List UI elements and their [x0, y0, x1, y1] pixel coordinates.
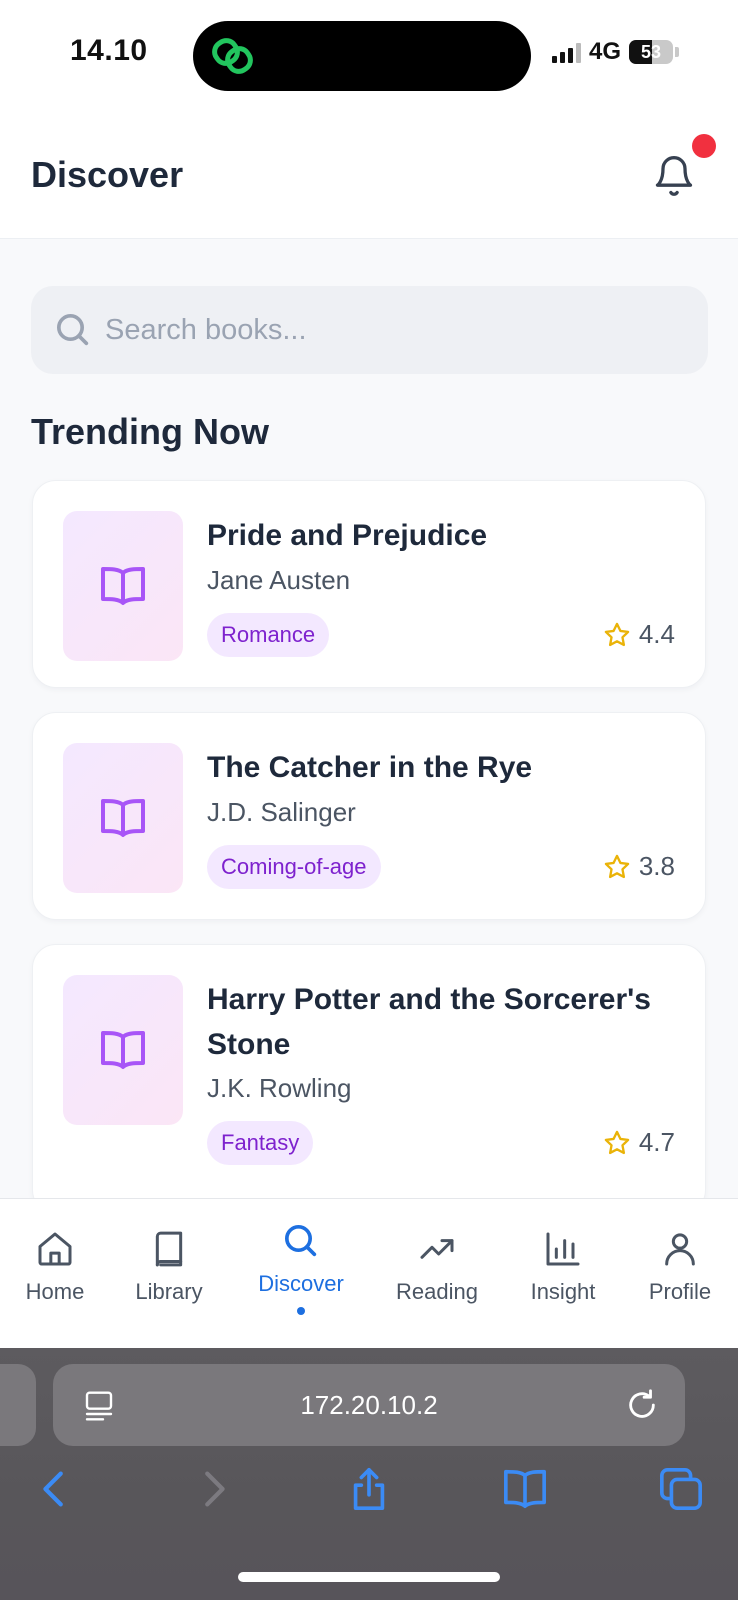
status-time: 14.10: [70, 34, 148, 67]
search-icon: [285, 1225, 317, 1257]
bell-icon[interactable]: [652, 154, 696, 198]
book-title: Harry Potter and the Sorcerer's Stone: [207, 983, 651, 1061]
app-header: Discover: [0, 110, 738, 239]
open-book-icon: [101, 799, 145, 837]
status-indicators: 4G 53: [552, 38, 680, 66]
nav-label-discover: Discover: [258, 1271, 344, 1296]
book-card[interactable]: Harry Potter and the Sorcerer's Stone J.…: [32, 944, 706, 1198]
trending-up-icon: [420, 1239, 454, 1259]
genre-tag: Fantasy: [207, 1121, 314, 1165]
link-app-icon: [212, 38, 253, 74]
nav-item-insight[interactable]: Insight: [508, 1229, 618, 1305]
nav-item-discover[interactable]: Discover: [246, 1221, 356, 1315]
book-rating: 4.7: [603, 1127, 675, 1158]
nav-item-home[interactable]: Home: [0, 1229, 110, 1305]
book-cover: [63, 511, 183, 661]
home-icon: [38, 1232, 72, 1266]
bookmarks-icon[interactable]: [502, 1466, 548, 1512]
book-card[interactable]: The Catcher in the Rye J.D. Salinger Com…: [32, 712, 706, 920]
nav-label-reading: Reading: [396, 1279, 478, 1304]
forward-icon[interactable]: [190, 1466, 236, 1512]
book-author: J.K. Rowling: [207, 1073, 352, 1103]
nav-item-library[interactable]: Library: [114, 1229, 224, 1305]
star-icon: [604, 622, 630, 646]
back-icon[interactable]: [32, 1466, 78, 1512]
book-title: The Catcher in the Rye: [207, 751, 533, 784]
url-text: 172.20.10.2: [300, 1390, 438, 1420]
star-icon: [604, 1130, 630, 1154]
user-icon: [665, 1233, 695, 1266]
nav-label-library: Library: [135, 1279, 203, 1304]
nav-item-profile[interactable]: Profile: [625, 1229, 735, 1305]
status-bar: 14.10 4G 53: [0, 0, 738, 110]
book-rating: 4.4: [603, 619, 675, 650]
bottom-nav: Home Library Discover Reading Insight Pr…: [0, 1198, 738, 1349]
book-icon: [155, 1231, 183, 1267]
search-input[interactable]: [105, 286, 685, 374]
book-title: Pride and Prejudice: [207, 519, 488, 552]
genre-tag: Romance: [207, 613, 330, 657]
open-book-icon: [101, 567, 145, 605]
book-rating: 3.8: [603, 851, 675, 882]
genre-tag: Coming-of-age: [207, 845, 381, 889]
previous-tab-preview[interactable]: [0, 1364, 36, 1446]
rating-value: 4.7: [638, 1127, 675, 1157]
book-cover: [63, 743, 183, 893]
network-label: 4G: [589, 38, 622, 65]
battery-level: 53: [641, 42, 662, 62]
bar-chart-icon: [546, 1232, 580, 1266]
page-title: Discover: [31, 154, 184, 195]
search-icon: [57, 314, 89, 346]
signal-icon: [552, 41, 581, 63]
tabs-icon[interactable]: [658, 1466, 704, 1512]
star-icon: [604, 854, 630, 878]
nav-label-profile: Profile: [648, 1279, 712, 1304]
reload-icon[interactable]: [625, 1388, 659, 1422]
book-author: J.D. Salinger: [207, 797, 356, 827]
rating-value: 4.4: [638, 619, 675, 649]
nav-label-home: Home: [25, 1279, 85, 1304]
book-card[interactable]: Pride and Prejudice Jane Austen Romance …: [32, 480, 706, 688]
dynamic-island: [193, 21, 531, 91]
search-bar[interactable]: [31, 286, 708, 374]
book-cover: [63, 975, 183, 1125]
nav-label-insight: Insight: [530, 1279, 596, 1304]
rating-value: 3.8: [638, 851, 675, 881]
discover-content[interactable]: Trending Now Pride and Prejudice Jane Au…: [0, 239, 738, 1198]
section-title: Trending Now: [31, 411, 269, 452]
share-icon[interactable]: [346, 1466, 392, 1512]
battery-icon: 53: [629, 40, 674, 64]
battery-cap: [675, 47, 680, 57]
notification-badge: [692, 134, 716, 158]
book-author: Jane Austen: [207, 565, 351, 595]
home-indicator: [238, 1572, 500, 1582]
browser-toolbar: 172.20.10.2: [0, 1348, 738, 1600]
active-indicator: [297, 1307, 305, 1315]
address-bar[interactable]: 172.20.10.2: [53, 1364, 685, 1446]
open-book-icon: [101, 1031, 145, 1069]
nav-item-reading[interactable]: Reading: [382, 1229, 492, 1305]
